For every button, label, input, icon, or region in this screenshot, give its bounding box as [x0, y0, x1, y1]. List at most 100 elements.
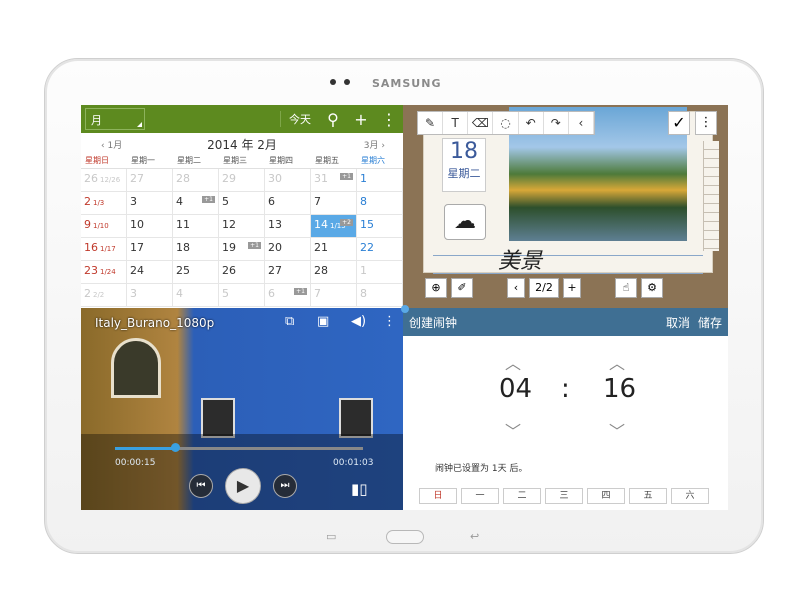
calendar-day[interactable]: 6 +1 [265, 284, 311, 307]
day-toggle[interactable]: 四 [587, 488, 625, 504]
calendar-day[interactable]: 22 [357, 238, 403, 261]
pen-settings-icon[interactable]: ✐ [451, 278, 473, 298]
calendar-day[interactable]: 30 [265, 169, 311, 192]
calendar-day[interactable]: 19 +1 [219, 238, 265, 261]
seek-handle[interactable] [170, 443, 180, 452]
minute-value[interactable]: 16 [603, 374, 636, 404]
redo-icon[interactable]: ↷ [544, 112, 569, 134]
prev-month-button[interactable]: ‹ 1月 [101, 138, 122, 151]
more-icon[interactable]: ⋮ [375, 110, 403, 129]
lasso-icon[interactable]: ◌ [493, 112, 519, 134]
hour-up-icon[interactable]: ︿ [505, 350, 521, 374]
calendar-day[interactable]: 21 [311, 238, 357, 261]
calendar-day[interactable]: 31 +1 [311, 169, 357, 192]
collapse-icon[interactable]: ‹ [569, 112, 594, 134]
calendar-day[interactable]: 27 [127, 169, 173, 192]
calendar-day[interactable]: 28 [173, 169, 219, 192]
day-number: 19 [222, 241, 236, 254]
hand-icon[interactable]: ☝ [615, 278, 637, 298]
play-icon[interactable]: ▶ [225, 468, 261, 504]
calendar-day[interactable]: 14 1/15 +2 [311, 215, 357, 238]
calendar-day[interactable]: 26 12/26 [81, 169, 127, 192]
calendar-day[interactable]: 26 [219, 261, 265, 284]
day-number: 11 [176, 218, 190, 231]
day-number: 9 [84, 218, 91, 231]
prev-page-button[interactable]: ‹ [507, 278, 525, 298]
calendar-day[interactable]: 6 [265, 192, 311, 215]
day-toggle[interactable]: 一 [461, 488, 499, 504]
alarm-header: 创建闹钟 取消 储存 [403, 308, 728, 336]
day-number: 28 [176, 172, 190, 185]
calendar-day[interactable]: 7 [311, 192, 357, 215]
cancel-button[interactable]: 取消 [658, 314, 698, 331]
plus-icon[interactable]: + [347, 110, 375, 129]
calendar-day[interactable]: 20 [265, 238, 311, 261]
calendar-day[interactable]: 9 1/10 [81, 215, 127, 238]
more-icon[interactable]: ⋮ [695, 111, 717, 135]
day-toggle[interactable]: 三 [545, 488, 583, 504]
calendar-day[interactable]: 16 1/17 [81, 238, 127, 261]
undo-icon[interactable]: ↶ [519, 112, 544, 134]
calendar-day[interactable]: 18 [173, 238, 219, 261]
eraser-icon[interactable]: ⌫ [468, 112, 494, 134]
calendar-day[interactable]: 28 [311, 261, 357, 284]
view-selector[interactable]: 月 [85, 108, 145, 130]
day-toggle[interactable]: 六 [671, 488, 709, 504]
next-month-button[interactable]: 3月 › [364, 138, 385, 151]
calendar-day[interactable]: 12 [219, 215, 265, 238]
recent-apps-key[interactable]: ▭ [326, 530, 336, 543]
check-icon[interactable]: ✓ [668, 111, 690, 135]
calendar-day[interactable]: 23 1/24 [81, 261, 127, 284]
hour-value[interactable]: 04 [499, 374, 532, 404]
calendar-day[interactable]: 13 [265, 215, 311, 238]
alarm-app: 创建闹钟 取消 储存 ︿ ︿ 04 : 16 ﹀ ﹀ 闹钟已设置为 1天 后。 … [403, 308, 728, 510]
more-icon[interactable]: ⋮ [383, 314, 396, 329]
calendar-day[interactable]: 11 [173, 215, 219, 238]
calendar-day[interactable]: 1 [357, 169, 403, 192]
calendar-day[interactable]: 8 [357, 192, 403, 215]
forward-icon[interactable]: ⏭ [273, 474, 297, 498]
rewind-icon[interactable]: ⏮ [189, 474, 213, 498]
add-page-button[interactable]: + [563, 278, 581, 298]
split-handle[interactable] [401, 305, 409, 313]
calendar-day[interactable]: 8 [357, 284, 403, 307]
calendar-day[interactable]: 24 [127, 261, 173, 284]
calendar-day[interactable]: 29 [219, 169, 265, 192]
back-key[interactable]: ↩ [470, 530, 479, 543]
hour-down-icon[interactable]: ﹀ [505, 418, 521, 442]
calendar-day[interactable]: 10 [127, 215, 173, 238]
day-toggle[interactable]: 二 [503, 488, 541, 504]
day-toggle[interactable]: 日 [419, 488, 457, 504]
calendar-day[interactable]: 5 [219, 284, 265, 307]
day-toggle[interactable]: 五 [629, 488, 667, 504]
screen-ratio-icon[interactable]: ▮▯ [351, 480, 368, 498]
pen-icon[interactable]: ✎ [418, 112, 444, 134]
home-button[interactable] [386, 530, 424, 544]
popup-play-icon[interactable]: ⧉ [285, 314, 294, 329]
calendar-day[interactable]: 1 [357, 261, 403, 284]
calendar-day[interactable]: 3 [127, 284, 173, 307]
add-page-icon[interactable]: ⊕ [425, 278, 447, 298]
calendar-day[interactable]: 25 [173, 261, 219, 284]
calendar-day[interactable]: 4 [173, 284, 219, 307]
calendar-day[interactable]: 7 [311, 284, 357, 307]
calendar-day[interactable]: 4 +1 [173, 192, 219, 215]
calendar-day[interactable]: 2 1/3 [81, 192, 127, 215]
gear-icon[interactable]: ⚙ [641, 278, 663, 298]
calendar-day[interactable]: 2 2/2 [81, 284, 127, 307]
text-icon[interactable]: T [443, 112, 469, 134]
video-player[interactable]: Italy_Burano_1080p ⧉ ▣ ◀) ⋮ 00:00:15 00:… [81, 308, 403, 510]
video-title: Italy_Burano_1080p [95, 316, 215, 330]
calendar-day[interactable]: 3 [127, 192, 173, 215]
calendar-day[interactable]: 5 [219, 192, 265, 215]
today-button[interactable]: 今天 [280, 111, 319, 127]
search-icon[interactable]: ⚲ [319, 110, 347, 129]
calendar-day[interactable]: 27 [265, 261, 311, 284]
save-button[interactable]: 储存 [698, 314, 722, 331]
calendar-day[interactable]: 17 [127, 238, 173, 261]
subtitle-icon[interactable]: ▣ [317, 314, 329, 329]
minute-down-icon[interactable]: ﹀ [609, 418, 625, 442]
volume-icon[interactable]: ◀) [351, 314, 366, 329]
minute-up-icon[interactable]: ︿ [609, 350, 625, 374]
calendar-day[interactable]: 15 [357, 215, 403, 238]
